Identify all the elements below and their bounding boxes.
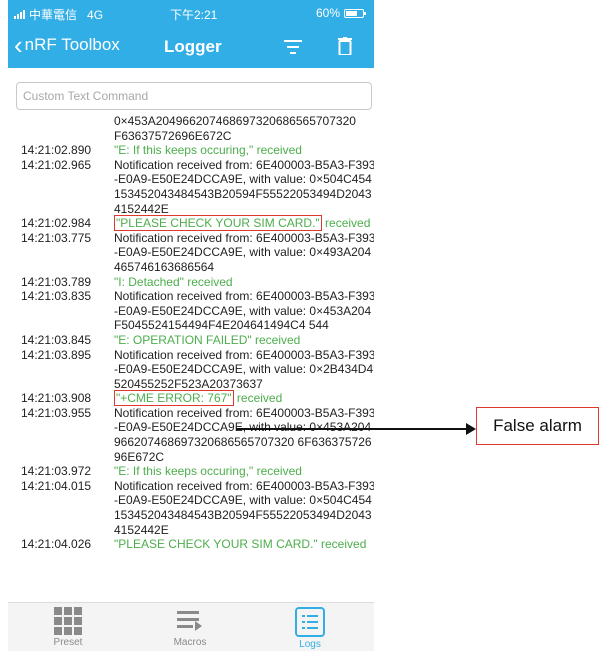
log-message-suffix: received	[321, 216, 371, 231]
log-timestamp: 14:21:03.775	[21, 230, 92, 245]
log-message: "PLEASE CHECK YOUR SIM CARD." received	[114, 537, 367, 552]
log-entry: 14:21:03.789 "I: Detached" received	[8, 275, 374, 290]
log-entry: 14:21:03.835 Notification received from: …	[8, 289, 374, 333]
command-area	[8, 68, 374, 118]
trash-icon[interactable]	[338, 37, 352, 55]
phone-screen: 中華電信 4G 下午2:21 60% ‹ nRF Toolbox Logger …	[8, 0, 374, 651]
arrow-right-icon	[466, 423, 476, 435]
callout-line	[236, 428, 468, 430]
log-timestamp: 14:21:03.789	[21, 274, 92, 289]
log-message: Notification received from: 6E400003-B5A…	[114, 405, 374, 464]
log-message: Notification received from: 6E400003-B5A…	[114, 157, 374, 216]
false-alarm-annotation: False alarm	[476, 407, 599, 445]
log-message: "E: If this keeps occuring," received	[114, 464, 302, 479]
log-message: "PLEASE CHECK YOUR SIM CARD." received	[114, 215, 374, 232]
tab-macros[interactable]: Macros	[160, 607, 220, 648]
logs-icon	[295, 607, 325, 637]
tab-macros-label: Macros	[173, 637, 207, 648]
log-entry: 14:21:03.775 Notification received from: …	[8, 231, 374, 275]
log-message: Notification received from: 6E400003-B5A…	[114, 289, 374, 333]
log-list[interactable]: 0×453A204966207468697320686565707320 F636…	[8, 114, 374, 602]
back-button[interactable]: ‹ nRF Toolbox	[14, 30, 120, 60]
log-message: Notification received from: 6E400003-B5A…	[114, 230, 374, 274]
log-entry: F63637572696E672C	[8, 129, 374, 144]
log-timestamp	[8, 114, 114, 129]
back-label: nRF Toolbox	[24, 35, 120, 54]
log-entry: 14:21:03.895 Notification received from: …	[8, 348, 374, 392]
log-timestamp: 14:21:03.972	[21, 464, 92, 479]
chevron-left-icon: ‹	[14, 30, 23, 60]
log-entry: 14:21:03.972 "E: If this keeps occuring,"…	[8, 464, 374, 479]
highlighted-message: "PLEASE CHECK YOUR SIM CARD."	[114, 215, 322, 232]
log-timestamp: 14:21:03.835	[21, 289, 92, 304]
macros-icon	[175, 607, 205, 635]
log-entry: 14:21:03.908 "+CME ERROR: 767" received	[8, 390, 374, 407]
log-timestamp: 14:21:03.895	[21, 347, 92, 362]
log-message: Notification received from: 6E400003-B5A…	[114, 347, 374, 391]
log-message-suffix: received	[233, 391, 283, 406]
log-message: 0×453A204966207468697320686565707320	[114, 114, 356, 128]
signal-icon	[14, 10, 25, 19]
filter-icon[interactable]	[284, 40, 302, 54]
log-timestamp: 14:21:02.984	[21, 216, 92, 231]
carrier-label: 中華電信	[29, 8, 78, 22]
log-message: "E: If this keeps occuring," received	[114, 143, 302, 158]
log-timestamp	[8, 129, 114, 144]
log-timestamp: 14:21:03.955	[21, 405, 92, 420]
network-label: 4G	[87, 7, 104, 22]
page-title: Logger	[164, 37, 222, 56]
log-entry: 14:21:02.965 Notification received from: …	[8, 158, 374, 216]
tab-preset[interactable]: Preset	[38, 607, 98, 648]
clock: 下午2:21	[170, 8, 218, 22]
highlighted-message: "+CME ERROR: 767"	[114, 390, 234, 407]
tab-bar: Preset Macros Logs	[8, 602, 374, 651]
status-bar: 中華電信 4G 下午2:21 60%	[8, 0, 374, 26]
custom-command-input[interactable]	[16, 82, 372, 110]
navigation-bar: ‹ nRF Toolbox Logger	[8, 26, 374, 68]
log-timestamp: 14:21:03.908	[21, 391, 92, 406]
log-message: "I: Detached" received	[114, 274, 233, 289]
log-entry: 14:21:02.984 "PLEASE CHECK YOUR SIM CARD.…	[8, 215, 374, 232]
tab-logs[interactable]: Logs	[280, 607, 340, 650]
log-message: Notification received from: 6E400003-B5A…	[114, 478, 374, 537]
tab-preset-label: Preset	[53, 637, 83, 648]
log-timestamp: 14:21:02.965	[21, 157, 92, 172]
log-message: "+CME ERROR: 767" received	[114, 390, 374, 407]
log-entry: 14:21:04.015 Notification received from: …	[8, 479, 374, 537]
log-entry: 14:21:03.845 "E: OPERATION FAILED" receiv…	[8, 333, 374, 348]
battery-icon	[344, 8, 366, 18]
log-timestamp: 14:21:04.026	[21, 537, 92, 552]
log-entry: 14:21:03.955 Notification received from: …	[8, 406, 374, 464]
log-timestamp: 14:21:04.015	[21, 478, 92, 493]
grid-icon	[54, 607, 82, 635]
log-timestamp: 14:21:02.890	[21, 143, 92, 158]
log-message: "E: OPERATION FAILED" received	[114, 332, 301, 347]
tab-logs-label: Logs	[299, 639, 321, 650]
log-entry: 0×453A204966207468697320686565707320	[8, 114, 374, 129]
log-entry: 14:21:02.890 "E: If this keeps occuring,"…	[8, 143, 374, 158]
battery-percent: 60%	[315, 6, 340, 20]
log-timestamp: 14:21:03.845	[21, 332, 92, 347]
log-message: F63637572696E672C	[114, 128, 232, 143]
log-entry: 14:21:04.026 "PLEASE CHECK YOUR SIM CARD.…	[8, 537, 374, 552]
